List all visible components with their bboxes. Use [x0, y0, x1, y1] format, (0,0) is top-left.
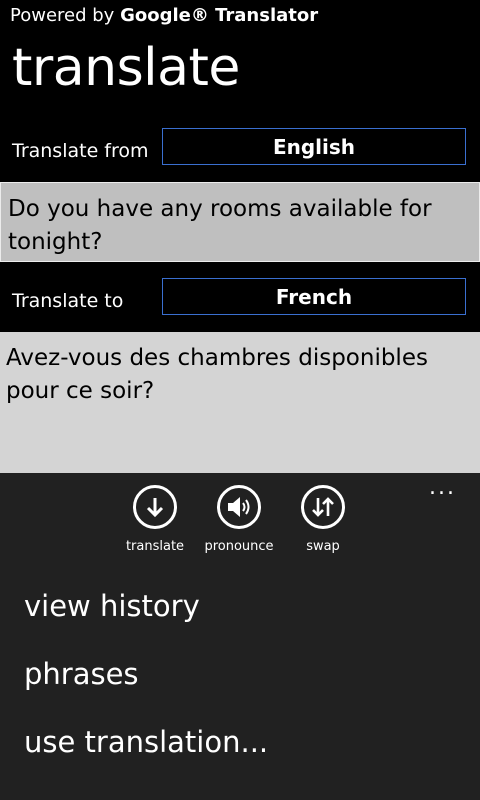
translate-from-label: Translate from [12, 140, 149, 162]
source-text-input[interactable]: Do you have any rooms available for toni… [0, 182, 480, 262]
powered-by-prefix: Powered by [10, 5, 115, 26]
application-bar: ... translate pronounce swap view histor… [0, 473, 480, 800]
source-language-value: English [272, 134, 356, 159]
translation-output[interactable]: Avez-vous des chambres disponibles pour … [0, 332, 480, 473]
translate-button-label: translate [125, 539, 185, 554]
arrow-down-circle-icon [133, 485, 177, 529]
swap-button-label: swap [306, 539, 340, 554]
speaker-circle-icon [217, 485, 261, 529]
source-text-value: Do you have any rooms available for toni… [8, 196, 432, 255]
powered-by-brand: Google® Translator [120, 5, 319, 26]
swap-arrows-icon [312, 497, 334, 517]
source-language-picker[interactable]: English [162, 128, 466, 165]
translate-to-label: Translate to [12, 290, 124, 312]
speaker-icon [228, 497, 250, 517]
powered-by-line: Powered by Google® Translator [10, 5, 318, 27]
arrow-down-icon [146, 498, 164, 518]
target-language-value: French [275, 284, 353, 309]
translate-button[interactable]: translate [110, 485, 200, 555]
menu-item-view-history[interactable]: view history [24, 588, 200, 624]
target-language-picker[interactable]: French [162, 278, 466, 315]
more-options-button[interactable]: ... [429, 477, 456, 499]
page-title: translate [12, 38, 240, 98]
menu-item-phrases[interactable]: phrases [24, 656, 139, 692]
pronounce-button-label: pronounce [204, 539, 274, 554]
translator-screen: Powered by Google® Translator translate … [0, 0, 480, 800]
swap-button[interactable]: swap [278, 485, 368, 555]
swap-arrows-circle-icon [301, 485, 345, 529]
pronounce-button[interactable]: pronounce [194, 485, 284, 555]
translation-output-text: Avez-vous des chambres disponibles pour … [6, 345, 428, 404]
menu-item-use-translation[interactable]: use translation... [24, 724, 268, 760]
